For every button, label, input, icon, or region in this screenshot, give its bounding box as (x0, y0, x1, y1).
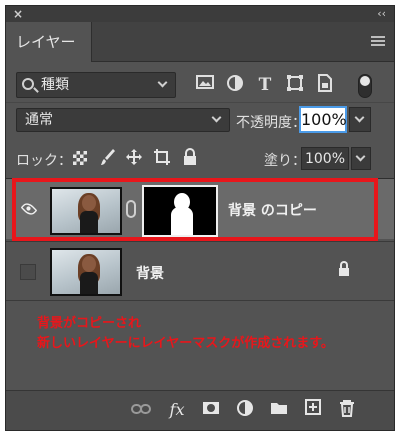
lock-row: ロック： 塗り： 100% (6, 144, 394, 174)
lock-transparent-icon[interactable] (70, 148, 90, 168)
visibility-toggle-empty[interactable] (20, 264, 36, 280)
blend-row: 通常 不透明度： 100% (6, 102, 394, 133)
bottom-toolbar: fx (6, 390, 394, 430)
layer-name[interactable]: 背景 (136, 263, 164, 283)
adjustment-filter-icon[interactable] (224, 74, 246, 96)
smart-object-filter-icon[interactable] (314, 74, 336, 96)
lock-artboard-icon[interactable] (152, 148, 172, 168)
shape-filter-icon[interactable] (284, 74, 306, 96)
tab-bar: レイヤー (6, 22, 394, 62)
add-mask-icon[interactable] (200, 399, 222, 421)
adjustment-layer-icon[interactable] (234, 399, 256, 421)
opacity-dropdown[interactable] (349, 107, 371, 132)
lock-image-brush-icon[interactable] (98, 148, 118, 168)
new-layer-icon[interactable] (302, 399, 324, 421)
close-icon[interactable]: × (13, 6, 23, 22)
link-layers-icon[interactable] (130, 399, 152, 421)
panel-menu-icon[interactable] (371, 36, 385, 46)
chevron-down-icon (157, 77, 168, 88)
opacity-label: 不透明度： (236, 115, 306, 131)
type-filter-icon[interactable]: T (254, 74, 276, 96)
filter-row: 種類 T (6, 62, 394, 102)
annotation-line-1: 背景がコピーされ (37, 316, 142, 331)
layer-row[interactable]: 背景 (6, 241, 394, 301)
blend-mode-select[interactable]: 通常 (16, 108, 230, 132)
tab-layers[interactable]: レイヤー (6, 22, 92, 62)
collapse-icon[interactable]: ‹‹ (377, 6, 386, 22)
fx-icon[interactable]: fx (166, 399, 188, 421)
trash-icon[interactable] (336, 399, 358, 421)
layers-panel: × ‹‹ レイヤー 種類 T 通常 不透明度： 100% ロック： 塗り： 10… (5, 5, 395, 431)
annotation-line-2: 新しいレイヤーにレイヤーマスクが作成されます。 (37, 336, 334, 351)
search-icon (22, 78, 34, 90)
lock-label: ロック： (16, 153, 72, 169)
fill-input[interactable]: 100% (301, 147, 349, 170)
annotation-highlight-box (12, 178, 378, 241)
filter-kind-select[interactable]: 種類 (16, 72, 176, 98)
chevron-down-icon (354, 112, 365, 123)
fill-label: 塗り： (264, 153, 306, 169)
group-folder-icon[interactable] (268, 399, 290, 421)
blend-mode-label: 通常 (25, 112, 53, 128)
fill-dropdown[interactable] (351, 147, 371, 170)
filter-toggle[interactable] (358, 74, 372, 98)
image-filter-icon[interactable] (194, 74, 216, 96)
lock-all-icon[interactable] (180, 148, 200, 168)
opacity-input[interactable]: 100% (299, 106, 347, 133)
chevron-down-icon (211, 112, 222, 123)
lock-icon (339, 261, 349, 278)
filter-kind-label: 種類 (41, 77, 69, 93)
annotation-text: 背景がコピーされ 新しいレイヤーにレイヤーマスクが作成されます。 (37, 314, 334, 354)
layer-thumbnail[interactable] (50, 248, 122, 296)
lock-position-move-icon[interactable] (124, 148, 144, 168)
panel-titlebar: × ‹‹ (6, 6, 394, 22)
chevron-down-icon (355, 151, 366, 162)
